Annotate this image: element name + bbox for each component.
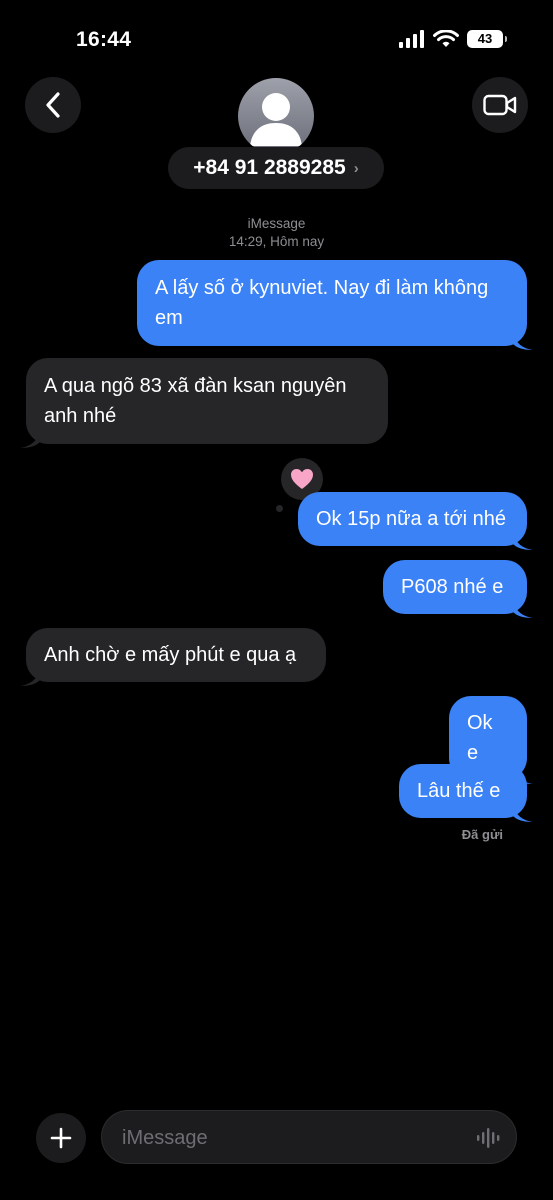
message-outgoing[interactable]: Lâu thế e — [399, 764, 533, 822]
delivered-status: Đã gửi — [461, 827, 503, 842]
message-text: A qua ngõ 83 xã đàn ksan nguyên anh nhé — [44, 375, 347, 427]
facetime-button[interactable] — [472, 77, 528, 133]
message-text: Anh chờ e mấy phút e qua ạ — [44, 644, 297, 666]
bubble-tail — [513, 600, 533, 618]
back-button[interactable] — [25, 77, 81, 133]
contact-name: +84 91 2889285 — [193, 156, 346, 179]
bubble-tail — [20, 430, 40, 448]
bubble-tail — [513, 332, 533, 350]
back-chevron-icon — [46, 92, 60, 118]
message-text: Ok e — [467, 712, 493, 764]
message-incoming[interactable]: Anh chờ e mấy phút e qua ạ — [20, 628, 326, 686]
status-icons: 43 — [399, 30, 507, 48]
waveform-icon[interactable] — [476, 1127, 500, 1149]
plus-icon — [50, 1127, 72, 1149]
message-composer[interactable] — [101, 1110, 517, 1165]
reaction-dot — [276, 505, 283, 512]
chevron-right-icon: › — [353, 159, 359, 177]
message-outgoing[interactable]: Ok 15p nữa a tới nhé — [298, 492, 533, 550]
message-text: P608 nhé e — [401, 576, 504, 598]
message-text: A lấy số ở kynuviet. Nay đi làm không em — [155, 277, 489, 329]
signal-icon — [399, 30, 424, 48]
thread-timestamp: 14:29, Hôm nay — [228, 234, 325, 249]
bubble-tail — [20, 668, 40, 686]
contact-avatar[interactable] — [238, 78, 314, 154]
heart-icon — [291, 469, 313, 489]
battery-indicator: 43 — [467, 30, 507, 48]
video-camera-icon — [483, 94, 517, 116]
message-outgoing[interactable]: A lấy số ở kynuviet. Nay đi làm không em — [137, 260, 533, 350]
message-input[interactable] — [120, 1111, 464, 1165]
message-text: Lâu thế e — [417, 780, 501, 802]
apps-plus-button[interactable] — [36, 1113, 86, 1163]
message-text: Ok 15p nữa a tới nhé — [316, 508, 506, 530]
bubble-tail — [513, 804, 533, 822]
bubble-tail — [513, 532, 533, 550]
message-incoming[interactable]: A qua ngõ 83 xã đàn ksan nguyên anh nhé — [20, 358, 388, 448]
status-time: 16:44 — [76, 28, 132, 51]
service-label: iMessage — [247, 216, 306, 231]
contact-name-button[interactable]: +84 91 2889285 › — [168, 147, 384, 189]
message-outgoing[interactable]: P608 nhé e — [383, 560, 533, 618]
person-icon — [250, 93, 302, 146]
wifi-icon — [433, 30, 459, 47]
